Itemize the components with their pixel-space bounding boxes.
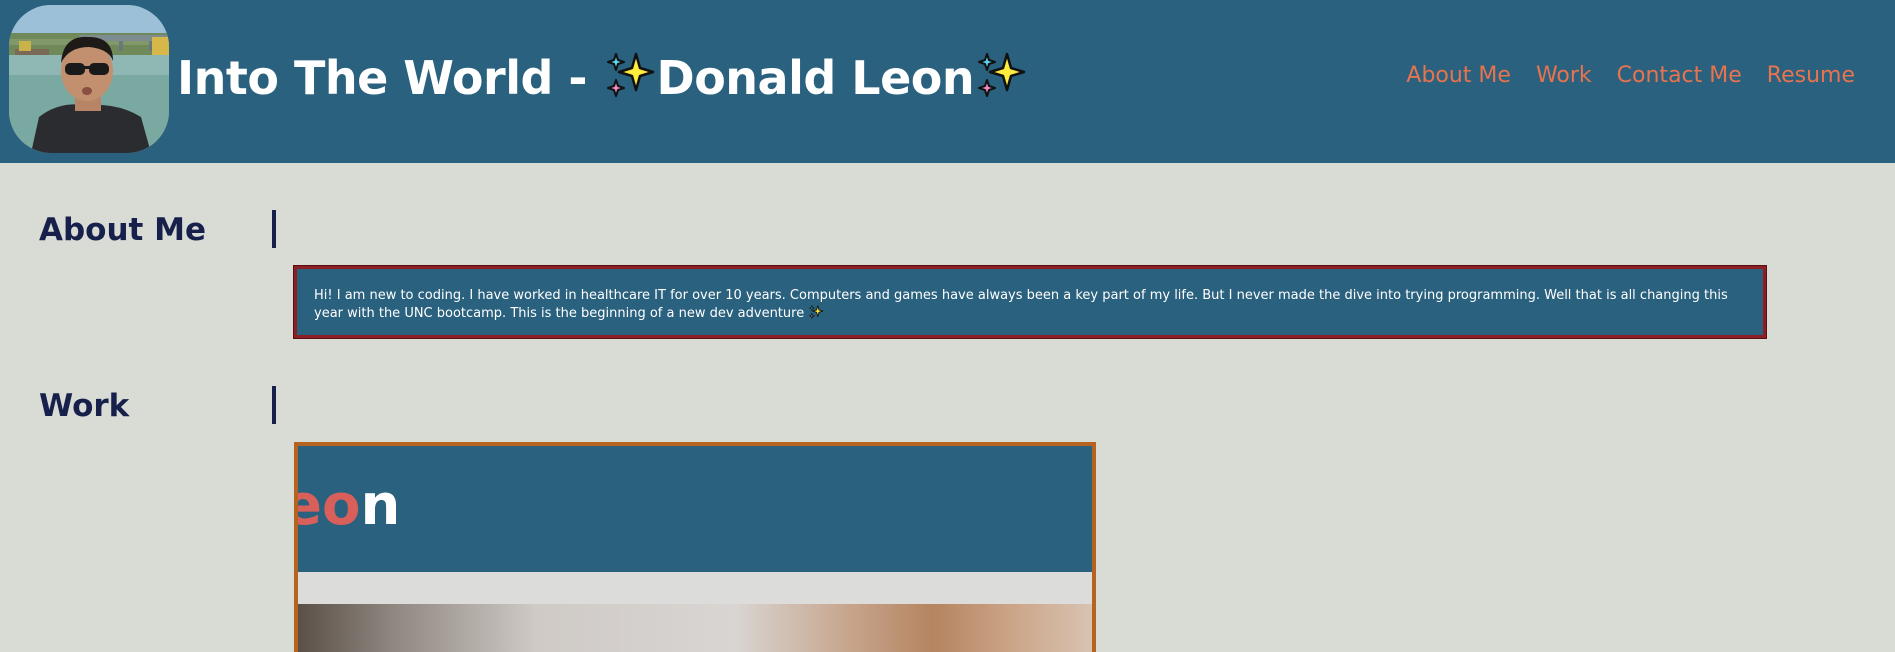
work-preview-title-white: n xyxy=(360,473,401,538)
work-project-card[interactable]: eon xyxy=(294,442,1096,652)
nav-link-about-me[interactable]: About Me xyxy=(1406,60,1511,92)
main-nav: About Me Work Contact Me Resume xyxy=(1406,60,1855,92)
nav-link-work[interactable]: Work xyxy=(1536,60,1592,92)
sparkles-icon xyxy=(606,52,654,97)
about-me-text-body: Hi! I am new to coding. I have worked in… xyxy=(314,288,1728,321)
about-me-heading: About Me xyxy=(39,210,276,248)
work-preview-title: eon xyxy=(298,473,401,538)
work-preview-title-pink: eo xyxy=(298,473,361,538)
sparkles-icon xyxy=(809,305,824,319)
avatar-photo xyxy=(9,5,169,153)
about-me-box: Hi! I am new to coding. I have worked in… xyxy=(293,265,1767,339)
site-title-prefix: Into The World - xyxy=(177,51,603,105)
site-header: Into The World - Donald Leon About Me Wo… xyxy=(0,0,1895,163)
nav-link-contact-me[interactable]: Contact Me xyxy=(1617,60,1742,92)
nav-link-resume[interactable]: Resume xyxy=(1767,60,1855,92)
work-preview-band xyxy=(298,572,1092,604)
work-preview-header: eon xyxy=(298,446,1092,572)
work-heading: Work xyxy=(39,386,276,424)
site-title-name: Donald Leon xyxy=(656,51,975,105)
about-me-text: Hi! I am new to coding. I have worked in… xyxy=(314,287,1746,322)
sparkles-icon xyxy=(978,52,1026,97)
avatar xyxy=(9,5,169,153)
work-preview-photo xyxy=(298,604,1092,652)
site-title: Into The World - Donald Leon xyxy=(177,46,1028,110)
